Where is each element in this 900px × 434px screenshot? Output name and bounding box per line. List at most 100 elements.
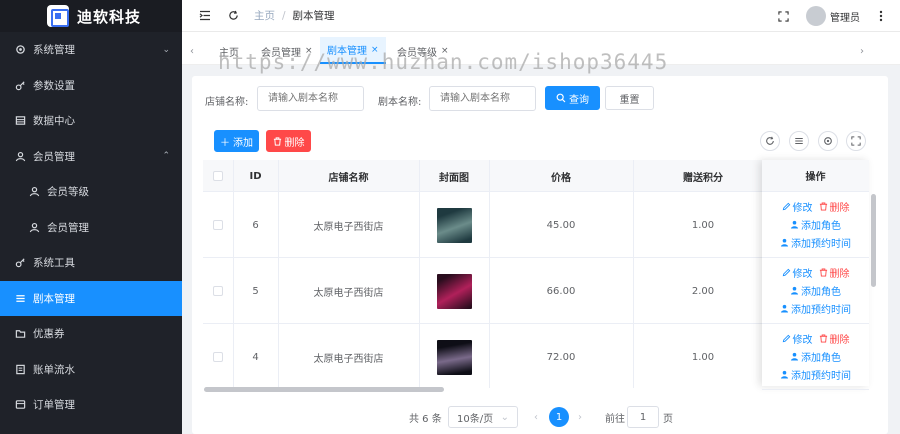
delete-button[interactable]: 删除 <box>266 130 311 152</box>
price-header[interactable]: 价格 <box>489 160 633 192</box>
close-icon[interactable]: × <box>441 46 449 56</box>
add-role-link[interactable]: 添加角色 <box>790 217 841 232</box>
sidebar-item-system-tools[interactable]: 系统工具 <box>0 245 182 281</box>
sidebar-item-label: 账单流水 <box>33 363 75 376</box>
close-icon[interactable]: × <box>305 46 313 56</box>
edit-label: 修改 <box>792 203 813 214</box>
total-count: 共 6 条 <box>409 413 442 425</box>
next-page-icon[interactable]: › <box>578 406 582 428</box>
sidebar-item-member-level[interactable]: 会员等级 <box>0 174 182 210</box>
user-name[interactable]: 管理员 <box>830 9 860 24</box>
add-time-link[interactable]: 添加预约时间 <box>780 235 851 250</box>
row-checkbox[interactable] <box>213 286 223 296</box>
chevron-down-icon: ⌄ <box>500 411 509 423</box>
price-cell: 72.00 <box>546 351 576 363</box>
tab-member-level[interactable]: 会员等级 × <box>397 42 449 60</box>
add-role-link[interactable]: 添加角色 <box>790 349 841 364</box>
tab-home[interactable]: 主页 <box>219 42 239 60</box>
cover-image[interactable] <box>436 273 472 309</box>
refresh-icon[interactable] <box>760 131 780 151</box>
row-checkbox[interactable] <box>213 352 223 362</box>
edit-link[interactable]: 修改 <box>782 265 813 280</box>
edit-link[interactable]: 修改 <box>782 331 813 346</box>
top-navbar: 主页 / 剧本管理 管理员 <box>182 0 900 32</box>
logo-icon <box>47 5 69 27</box>
trash-icon <box>273 136 281 146</box>
shop-cell: 太原电子西街店 <box>313 353 384 365</box>
vertical-scrollbar[interactable] <box>871 194 876 287</box>
add-role-link[interactable]: 添加角色 <box>790 283 841 298</box>
shop-name-input[interactable] <box>257 86 364 111</box>
query-button[interactable]: 查询 <box>545 86 600 110</box>
id-cell: 4 <box>252 351 259 363</box>
user-icon <box>790 286 799 295</box>
folder-icon <box>14 328 26 340</box>
add-button[interactable]: ＋ 添加 <box>214 130 259 152</box>
cover-image[interactable] <box>436 339 472 375</box>
settings-icon[interactable] <box>818 131 838 151</box>
sidebar-item-coupon[interactable]: 优惠券 <box>0 316 182 352</box>
sidebar-item-order[interactable]: 订单管理 <box>0 387 182 423</box>
tabs-scroll-right-icon[interactable]: › <box>860 42 864 60</box>
app-name: 迪软科技 <box>77 7 142 26</box>
script-name-input[interactable] <box>429 86 536 111</box>
sidebar-item-label: 系统工具 <box>33 257 75 270</box>
cover-image[interactable] <box>436 207 472 243</box>
column-list-icon[interactable] <box>789 131 809 151</box>
prev-page-icon[interactable]: ‹ <box>534 406 538 428</box>
close-icon[interactable]: × <box>371 45 379 55</box>
avatar[interactable] <box>806 6 826 26</box>
page-number[interactable]: 1 <box>549 407 569 427</box>
fullscreen-icon[interactable] <box>776 9 790 23</box>
add-time-link[interactable]: 添加预约时间 <box>780 367 851 382</box>
add-time-link[interactable]: 添加预约时间 <box>780 301 851 316</box>
add-button-label: 添加 <box>233 137 253 149</box>
delete-link[interactable]: 删除 <box>819 331 850 346</box>
breadcrumb-current: 剧本管理 <box>292 10 335 22</box>
sidebar-item-member-manage[interactable]: 会员管理 <box>0 210 182 246</box>
sidebar-item-label: 订单管理 <box>33 399 75 412</box>
sidebar-item-data-center[interactable]: 数据中心 <box>0 103 182 139</box>
page-size-select[interactable]: 10条/页 ⌄ <box>448 406 518 428</box>
gear-icon <box>14 44 26 56</box>
reset-button[interactable]: 重置 <box>605 86 654 110</box>
edit-icon <box>782 334 790 343</box>
id-header[interactable]: ID <box>233 160 278 192</box>
sidebar-item-bill[interactable]: 账单流水 <box>0 352 182 388</box>
goto-page-input[interactable]: 1 <box>627 406 659 428</box>
tabs-scroll-left-icon[interactable]: ‹ <box>190 42 194 60</box>
select-all-checkbox[interactable] <box>213 171 223 181</box>
fullscreen-icon[interactable] <box>846 131 866 151</box>
sidebar-item-member[interactable]: 会员管理 ⌃ <box>0 139 182 175</box>
sidebar-item-script[interactable]: 剧本管理 <box>0 280 182 316</box>
app-logo[interactable]: 迪软科技 <box>0 0 182 32</box>
delete-link[interactable]: 删除 <box>819 199 850 214</box>
list-icon <box>14 292 26 304</box>
refresh-icon[interactable] <box>226 9 240 23</box>
shop-header[interactable]: 店铺名称 <box>278 160 419 192</box>
edit-link[interactable]: 修改 <box>782 199 813 214</box>
edit-icon <box>782 268 790 277</box>
user-icon <box>790 220 799 229</box>
sidebar-item-label: 会员等级 <box>47 186 89 199</box>
tab-script-manage[interactable]: 剧本管理 × <box>320 37 386 64</box>
edit-label: 修改 <box>792 335 813 346</box>
cover-header[interactable]: 封面图 <box>419 160 489 192</box>
user-icon <box>14 150 26 162</box>
tab-member-manage[interactable]: 会员管理 × <box>261 42 313 60</box>
tabs-bar: ‹ 主页 会员管理 × 剧本管理 × 会员等级 × › <box>182 32 900 65</box>
sidebar-item-label: 数据中心 <box>33 115 75 128</box>
query-button-label: 查询 <box>569 94 589 106</box>
row-checkbox[interactable] <box>213 220 223 230</box>
sidebar-menu: 系统管理 ⌄ 参数设置 数据中心 会员管理 ⌃ 会员等级 会员管理 系统工具 剧… <box>0 32 182 423</box>
delete-link[interactable]: 删除 <box>819 265 850 280</box>
sidebar-item-params[interactable]: 参数设置 <box>0 68 182 104</box>
document-icon <box>14 363 26 375</box>
sidebar-item-system[interactable]: 系统管理 ⌄ <box>0 32 182 68</box>
horizontal-scrollbar[interactable] <box>204 387 444 392</box>
menu-fold-icon[interactable] <box>198 9 212 23</box>
points-header[interactable]: 赠送积分 <box>633 160 773 192</box>
more-vertical-icon[interactable] <box>874 9 888 23</box>
breadcrumb-home[interactable]: 主页 <box>254 8 275 23</box>
search-icon <box>556 93 566 103</box>
